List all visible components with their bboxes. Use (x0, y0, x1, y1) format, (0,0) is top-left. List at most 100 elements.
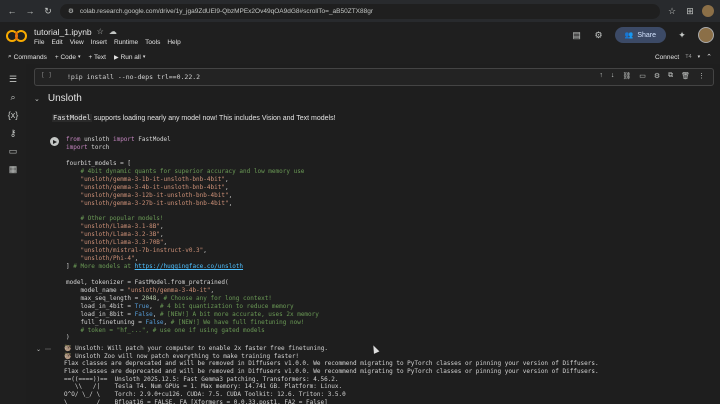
menu-edit[interactable]: Edit (51, 39, 62, 46)
output-line: \\ /| Tesla T4. Num GPUs = 1. Max memory… (64, 383, 343, 391)
code-line[interactable]: "unsloth/gemma-3-4b-it-unsloth-bnb-4bit"… (66, 184, 704, 192)
menu-runtime[interactable]: Runtime (114, 39, 138, 46)
code-line[interactable]: "unsloth/Phi-4", (66, 255, 704, 263)
code-line[interactable] (66, 271, 704, 279)
notebook-title[interactable]: tutorial_1.ipynb (34, 27, 92, 37)
code-line[interactable]: # Other popular models! (66, 215, 704, 223)
add-code-label: + Code (54, 53, 77, 61)
settings-gear-icon[interactable]: ⚙ (654, 72, 660, 80)
section-title: Unsloth (47, 93, 82, 104)
code-line[interactable] (66, 207, 704, 215)
code-editor[interactable]: from unsloth import FastModel import torc… (64, 134, 704, 341)
output-menu-icon[interactable]: ⋯ (45, 346, 51, 353)
code-line[interactable]: "unsloth/gemma-3-27b-it-unsloth-bnb-4bit… (66, 200, 704, 208)
add-text-label: + Text (88, 53, 106, 61)
code-line[interactable]: "unsloth/Llama-3.3-70B", (66, 239, 704, 247)
delete-icon[interactable]: 🗑 (681, 72, 690, 80)
address-bar[interactable]: ⚙ colab.research.google.com/drive/1y_jga… (60, 3, 660, 19)
output-text: 🦥 Unsloth: Will patch your computer to e… (64, 345, 599, 404)
code-line[interactable]: "unsloth/gemma-3-1b-it-unsloth-bnb-4bit"… (66, 176, 704, 184)
notebook-toolbar: ⌕ Commands + Code ▾ + Text ▶ Run all ▾ C… (0, 50, 720, 64)
forward-arrow-icon[interactable]: → (24, 5, 36, 17)
connect-button[interactable]: Connect (655, 54, 679, 61)
expand-icon[interactable]: ⌃ (706, 53, 712, 61)
add-code-button[interactable]: + Code ▾ (55, 54, 81, 61)
more-options-icon[interactable]: ⋮ (698, 72, 705, 80)
code-line[interactable]: model_name = "unsloth/gemma-3-4b-it", (66, 287, 704, 295)
site-info-icon[interactable]: ⚙ (68, 7, 74, 15)
code-line[interactable]: load_in_4bit = True, # 4 bit quantizatio… (66, 303, 704, 311)
left-sidebar: ☰ ⌕ {x} ⚷ ▭ ▦ (0, 64, 26, 404)
chevron-down-icon[interactable]: ⌄ (36, 346, 41, 353)
link-icon[interactable]: ⛓ (622, 72, 631, 80)
code-line[interactable]: ] # More models at https://huggingface.c… (66, 263, 704, 271)
output-line: ==((====))== Unsloth 2025.12.5: Fast Gem… (64, 375, 339, 383)
menu-view[interactable]: View (70, 39, 84, 46)
gemini-spark-icon[interactable]: ✦ (676, 29, 688, 41)
code-line[interactable]: "unsloth/Llama-3.1-8B", (66, 223, 704, 231)
markdown-cell[interactable]: FastModel supports loading nearly any mo… (52, 114, 336, 122)
comment-icon[interactable]: ▭ (639, 72, 646, 80)
bookmark-star-icon[interactable]: ☆ (666, 5, 678, 17)
folder-icon[interactable]: ▭ (8, 146, 18, 156)
profile-avatar[interactable] (702, 5, 714, 17)
add-text-button[interactable]: + Text (89, 54, 106, 61)
md-text-rest: supports loading nearly any model now! T… (91, 115, 336, 122)
run-all-label: Run all (120, 53, 141, 61)
output-line: O^O/ \_/ \ Torch: 2.9.0+cu126. CUDA: 7.5… (64, 391, 346, 399)
commands-button[interactable]: ⌕ Commands (8, 53, 47, 61)
share-label: Share (637, 31, 656, 39)
mirror-icon[interactable]: ⧉ (668, 72, 673, 80)
code-line[interactable]: from unsloth import FastModel (66, 136, 704, 144)
star-icon[interactable]: ☆ (97, 27, 104, 36)
table-of-contents-icon[interactable]: ☰ (8, 74, 18, 84)
url-text: colab.research.google.com/drive/1y_jga9Z… (79, 7, 374, 15)
move-up-icon[interactable]: ↑ (599, 72, 603, 80)
run-all-button[interactable]: ▶ Run all ▾ (114, 54, 145, 61)
share-button[interactable]: 👥 Share (614, 27, 666, 43)
secrets-key-icon[interactable]: ⚷ (8, 128, 18, 138)
code-line[interactable]: full_finetuning = False, # [NEW!] We hav… (66, 319, 704, 327)
cell-toolbar: ↑ ↓ ⛓ ▭ ⚙ ⧉ 🗑 ⋮ (599, 72, 705, 80)
code-line[interactable]: "unsloth/Llama-3.2-3B", (66, 231, 704, 239)
settings-gear-icon[interactable]: ⚙ (593, 29, 605, 41)
pip-code-line[interactable]: !pip install --no-deps trl==0.22.2 (67, 73, 200, 81)
output-line: 🦥 Unsloth: Will patch your computer to e… (64, 345, 328, 352)
reload-icon[interactable]: ↻ (42, 5, 54, 17)
code-line[interactable]: import torch (66, 144, 704, 152)
pip-code-cell[interactable]: [ ] !pip install --no-deps trl==0.22.2 ↑… (34, 68, 714, 86)
run-cell-button[interactable] (50, 137, 59, 146)
code-line[interactable] (66, 152, 704, 160)
code-line[interactable]: # token = "hf_...", # use one if using g… (66, 327, 704, 335)
menu-help[interactable]: Help (167, 39, 180, 46)
menu-insert[interactable]: Insert (91, 39, 107, 46)
section-heading[interactable]: ⌄ Unsloth (34, 93, 82, 104)
code-line[interactable]: load_in_8bit = False, # [NEW!] A bit mor… (66, 311, 704, 319)
extension-icon[interactable]: ⊞ (684, 5, 696, 17)
avatar[interactable] (698, 27, 714, 43)
chevron-down-icon: ▾ (78, 54, 81, 60)
cell-execution-count: [ ] (41, 72, 52, 79)
chevron-down-icon[interactable]: ⌄ (34, 95, 40, 103)
code-line[interactable]: fourbit_models = [ (66, 160, 704, 168)
code-line[interactable]: model, tokenizer = FastModel.from_pretra… (66, 279, 704, 287)
variables-icon[interactable]: {x} (8, 110, 19, 120)
browser-toolbar: ← → ↻ ⚙ colab.research.google.com/drive/… (0, 0, 720, 22)
chevron-down-icon[interactable]: ▾ (698, 54, 701, 60)
search-icon[interactable]: ⌕ (8, 92, 18, 102)
terminal-icon[interactable]: ▦ (8, 164, 18, 174)
menu-file[interactable]: File (34, 39, 44, 46)
back-arrow-icon[interactable]: ← (6, 5, 18, 17)
output-line: Flax classes are deprecated and will be … (64, 368, 599, 376)
cloud-icon: ☁ (108, 27, 117, 36)
code-line[interactable]: "unsloth/mistral-7b-instruct-v0.3", (66, 247, 704, 255)
colab-logo-icon[interactable] (6, 29, 28, 43)
code-cell[interactable]: from unsloth import FastModel import torc… (46, 132, 714, 341)
code-line[interactable]: "unsloth/gemma-3-12b-it-unsloth-bnb-4bit… (66, 192, 704, 200)
output-line: \ / Bfloat16 = FALSE. FA [Xformers = 0.0… (64, 398, 328, 404)
code-line[interactable]: # 4bit dynamic quants for superior accur… (66, 168, 704, 176)
menu-tools[interactable]: Tools (145, 39, 160, 46)
code-line[interactable]: max_seq_length = 2048, # Choose any for … (66, 295, 704, 303)
comment-icon[interactable]: ▤ (571, 29, 583, 41)
move-down-icon[interactable]: ↓ (611, 72, 615, 80)
